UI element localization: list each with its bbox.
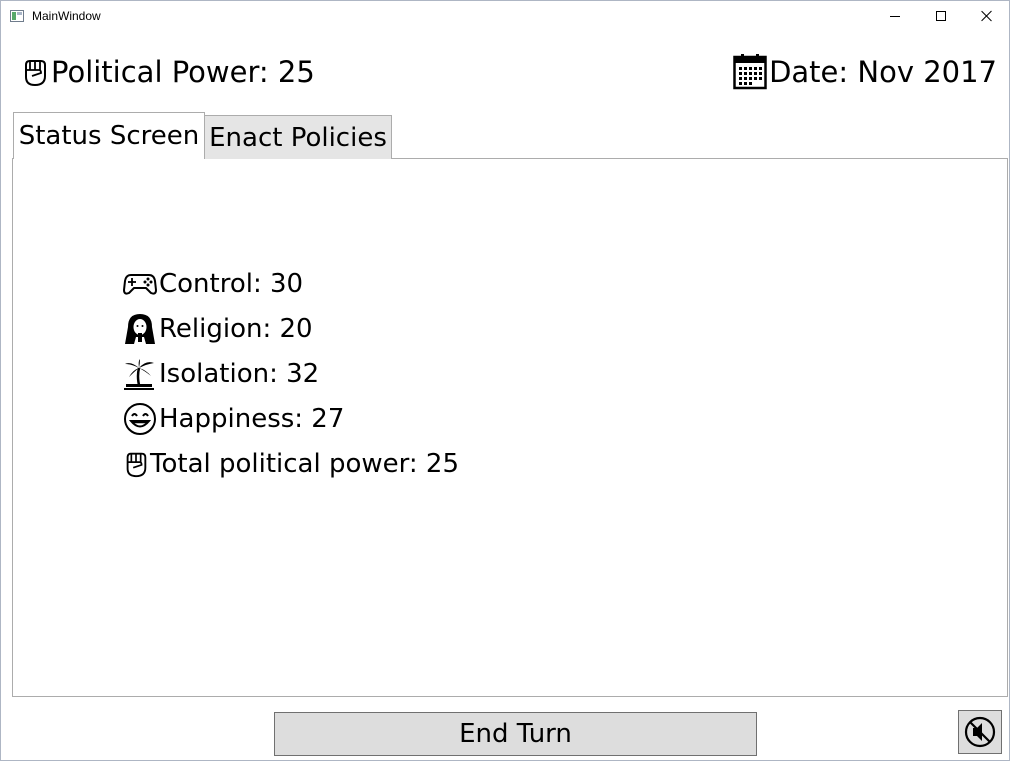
mute-button[interactable] <box>958 710 1002 754</box>
window-title: MainWindow <box>32 9 101 23</box>
stat-total-political-power: Total political power: 25 <box>121 441 459 486</box>
raised-fist-icon <box>19 54 51 90</box>
stat-religion-label: Religion: 20 <box>159 313 313 344</box>
calendar-icon <box>731 53 769 91</box>
date-header: Date: Nov 2017 <box>731 53 997 91</box>
raised-fist-icon <box>121 446 150 482</box>
tab-enact-policies[interactable]: Enact Policies <box>204 115 392 159</box>
nun-icon <box>121 311 159 347</box>
status-screen-panel: Control: 30 Religion: 20 Isolation: 32 H… <box>12 158 1008 697</box>
stat-isolation: Isolation: 32 <box>121 351 459 396</box>
main-window: MainWindow Political Power: 25 Date: Nov… <box>0 0 1010 761</box>
political-power-text: Political Power: 25 <box>51 55 315 89</box>
tab-label: Enact Policies <box>209 122 387 153</box>
gamepad-icon <box>121 266 159 302</box>
stat-religion: Religion: 20 <box>121 306 459 351</box>
stat-control: Control: 30 <box>121 261 459 306</box>
end-turn-button[interactable]: End Turn <box>274 712 757 756</box>
close-button[interactable] <box>964 1 1010 31</box>
island-icon <box>121 356 159 392</box>
close-icon <box>981 10 993 22</box>
stat-control-label: Control: 30 <box>159 268 304 299</box>
stats-list: Control: 30 Religion: 20 Isolation: 32 H… <box>121 261 459 486</box>
stat-happiness: Happiness: 27 <box>121 396 459 441</box>
stat-isolation-label: Isolation: 32 <box>159 358 320 389</box>
maximize-icon <box>936 11 946 21</box>
mute-icon <box>964 716 996 748</box>
end-turn-label: End Turn <box>459 719 572 749</box>
app-icon <box>10 10 24 22</box>
maximize-button[interactable] <box>918 1 964 31</box>
date-text: Date: Nov 2017 <box>769 55 997 89</box>
tab-status-screen[interactable]: Status Screen <box>13 112 205 159</box>
political-power-header: Political Power: 25 <box>19 53 315 91</box>
minimize-icon <box>890 15 900 17</box>
stat-happiness-label: Happiness: 27 <box>159 403 345 434</box>
minimize-button[interactable] <box>872 1 918 31</box>
stat-total-political-power-label: Total political power: 25 <box>150 448 459 479</box>
smiley-icon <box>121 401 159 437</box>
title-bar[interactable]: MainWindow <box>1 1 1009 31</box>
tab-label: Status Screen <box>18 121 200 151</box>
